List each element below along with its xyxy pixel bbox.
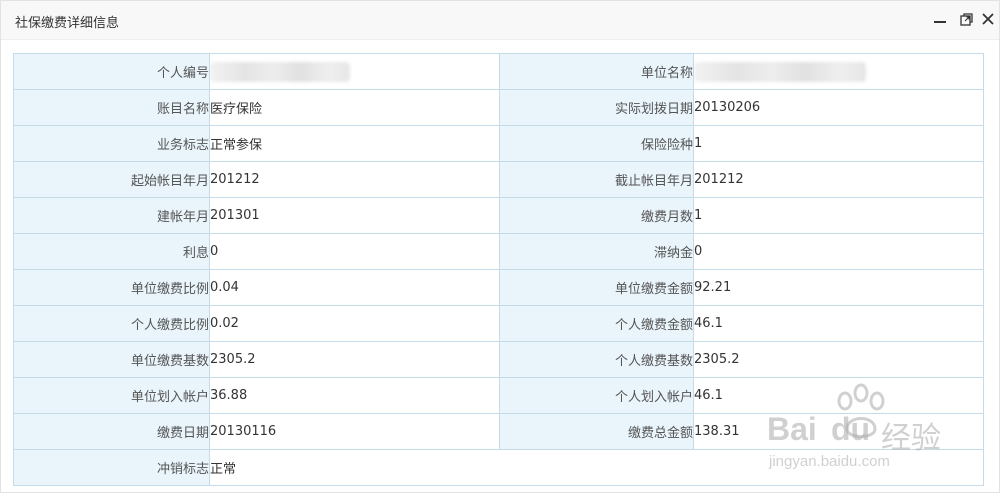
field-value: 0.04 [209,269,500,306]
field-label: 实际划拨日期 [499,89,694,126]
field-value: 医疗保险 [209,89,500,126]
field-value: 正常 [209,449,984,486]
field-label: 截止帐目年月 [499,161,694,198]
field-label: 个人缴费比例 [13,305,210,342]
field-value: 0.02 [209,305,500,342]
field-value: 46.1 [693,305,984,342]
table-row: 冲销标志 正常 [13,449,984,486]
field-label: 滞纳金 [499,233,694,270]
field-value: 92.21 [693,269,984,306]
table-row: 单位缴费比例 0.04 单位缴费金额 92.21 [13,269,984,306]
field-label: 冲销标志 [13,449,210,486]
field-label: 单位缴费比例 [13,269,210,306]
field-value: 20130206 [693,89,984,126]
field-label: 业务标志 [13,125,210,162]
field-value-company-name [693,53,984,90]
table-row: 缴费日期 20130116 缴费总金额 138.31 [13,413,984,450]
maximize-button[interactable] [957,9,975,29]
field-value: 1 [693,197,984,234]
table-row: 单位缴费基数 2305.2 个人缴费基数 2305.2 [13,341,984,378]
field-label: 个人划入帐户 [499,377,694,414]
field-value: 201212 [209,161,500,198]
table-row: 利息 0 滞纳金 0 [13,233,984,270]
minimize-icon [934,21,946,23]
table-row: 起始帐目年月 201212 截止帐目年月 201212 [13,161,984,198]
field-label: 保险险种 [499,125,694,162]
table-row: 个人编号 单位名称 [13,53,984,90]
field-label: 利息 [13,233,210,270]
field-value: 0 [693,233,984,270]
field-value: 201301 [209,197,500,234]
detail-table: 个人编号 单位名称 账目名称 医疗保险 实际划拨日期 20130206 业务标志… [13,53,984,486]
table-row: 个人缴费比例 0.02 个人缴费金额 46.1 [13,305,984,342]
field-value: 138.31 [693,413,984,450]
field-label: 单位缴费基数 [13,341,210,378]
dialog-title: 社保缴费详细信息 [15,16,120,31]
field-value: 201212 [693,161,984,198]
field-label: 个人缴费金额 [499,305,694,342]
field-value: 20130116 [209,413,500,450]
field-value: 36.88 [209,377,500,414]
field-label: 个人缴费基数 [499,341,694,378]
redacted-block [694,61,866,82]
field-label: 建帐年月 [13,197,210,234]
minimize-button[interactable] [931,9,949,29]
field-label: 单位划入帐户 [13,377,210,414]
field-label: 单位缴费金额 [499,269,694,306]
detail-dialog: 社保缴费详细信息 个人编号 单位名称 账目名称 医疗保险 实际划拨日期 2013… [0,0,1000,493]
maximize-icon [959,12,973,26]
field-value: 2305.2 [693,341,984,378]
close-button[interactable] [979,9,997,29]
redacted-block [210,61,350,82]
dialog-titlebar: 社保缴费详细信息 [1,1,999,40]
field-label: 缴费月数 [499,197,694,234]
field-value: 正常参保 [209,125,500,162]
dialog-content: 个人编号 单位名称 账目名称 医疗保险 实际划拨日期 20130206 业务标志… [1,40,999,492]
field-label: 账目名称 [13,89,210,126]
field-label: 单位名称 [499,53,694,90]
field-value-personal-id [209,53,500,90]
table-row: 建帐年月 201301 缴费月数 1 [13,197,984,234]
close-icon [982,13,994,25]
field-label: 缴费日期 [13,413,210,450]
field-label: 个人编号 [13,53,210,90]
table-row: 账目名称 医疗保险 实际划拨日期 20130206 [13,89,984,126]
field-label: 缴费总金额 [499,413,694,450]
field-value: 46.1 [693,377,984,414]
field-label: 起始帐目年月 [13,161,210,198]
field-value: 1 [693,125,984,162]
table-row: 单位划入帐户 36.88 个人划入帐户 46.1 [13,377,984,414]
field-value: 0 [209,233,500,270]
field-value: 2305.2 [209,341,500,378]
table-row: 业务标志 正常参保 保险险种 1 [13,125,984,162]
